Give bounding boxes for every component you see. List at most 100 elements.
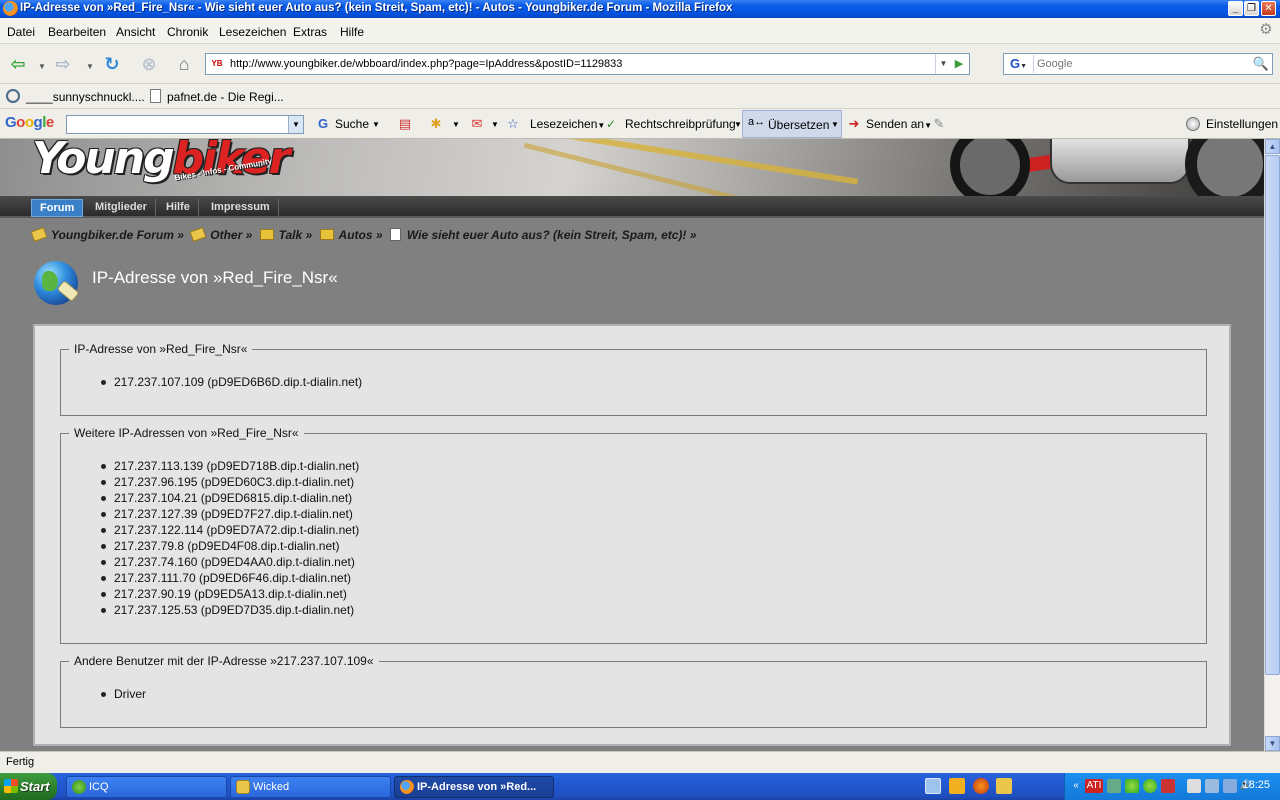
bookmark-item[interactable]: pafnet.de - Die Regi...	[150, 89, 284, 104]
banner-motorbike-wheel	[1185, 139, 1264, 196]
media-player-icon[interactable]	[949, 778, 965, 794]
other-ips-list: 217.237.113.139 (pD9ED718B.dip.t-dialin.…	[61, 458, 1206, 618]
search-box[interactable]: G▼ 🔍	[1003, 53, 1273, 75]
menu-chronik[interactable]: Chronik	[167, 25, 208, 39]
app-launch-icon[interactable]	[996, 778, 1012, 794]
tray-expand-icon[interactable]: «	[1069, 779, 1083, 793]
search-dropdown-icon[interactable]: ▼	[372, 120, 380, 129]
tray-app-icon[interactable]	[1187, 779, 1201, 793]
home-button[interactable]: ⌂	[171, 51, 197, 77]
google-search-icon[interactable]: G	[315, 116, 331, 132]
stop-button[interactable]: ⊗	[136, 51, 162, 77]
windows-logo-icon	[4, 779, 18, 793]
list-item: 217.237.107.109 (pD9ED6B6D.dip.t-dialin.…	[61, 374, 1206, 390]
google-search-button[interactable]: Suche	[335, 117, 369, 131]
bookmarks-toolbar: ____sunnyschnuckl.... pafnet.de - Die Re…	[0, 84, 1280, 109]
firefox-launch-icon[interactable]	[973, 778, 989, 794]
close-button[interactable]: ✕	[1261, 1, 1276, 16]
back-history-icon[interactable]: ▼	[38, 62, 46, 71]
go-button[interactable]: ▶	[951, 54, 967, 74]
category-icon	[189, 226, 207, 243]
forward-history-icon[interactable]: ▼	[86, 62, 94, 71]
list-item: 217.237.104.21 (pD9ED6815.dip.t-dialin.n…	[61, 490, 1206, 506]
forward-button[interactable]: ⇨	[50, 51, 76, 77]
google-bookmarks-button[interactable]: Lesezeichen▼	[530, 117, 605, 131]
taskbar-item-folder[interactable]: Wicked	[230, 776, 391, 798]
network-icon[interactable]	[1107, 779, 1121, 793]
translate-dropdown-icon[interactable]: ▼	[831, 120, 839, 129]
icq-tray-icon[interactable]	[1125, 779, 1139, 793]
taskbar-item-firefox[interactable]: IP-Adresse von »Red...	[394, 776, 554, 798]
google-search-dropdown-icon[interactable]: ▼	[288, 116, 303, 133]
search-icon[interactable]: 🔍	[1252, 55, 1270, 73]
gmail-icon[interactable]: ✉	[469, 116, 485, 132]
star-icon[interactable]: ☆	[505, 116, 521, 132]
menu-lesezeichen[interactable]: Lesezeichen	[219, 25, 286, 39]
news-icon[interactable]: ▤	[397, 116, 413, 132]
taskbar-item-icq[interactable]: ICQ	[66, 776, 227, 798]
tray-app-icon[interactable]	[1161, 779, 1175, 793]
globe-plug	[56, 279, 80, 303]
folder-icon	[259, 229, 274, 240]
tab-forum[interactable]: Forum	[31, 199, 84, 217]
list-item: 217.237.74.160 (pD9ED4AA0.dip.t-dialin.n…	[61, 554, 1206, 570]
spellcheck-icon[interactable]: ✓	[603, 116, 619, 132]
breadcrumb-forum[interactable]: Youngbiker.de Forum »	[30, 226, 184, 243]
breadcrumb-thread[interactable]: Wie sieht euer Auto aus? (kein Streit, S…	[389, 228, 696, 242]
bookmark-item[interactable]: ____sunnyschnuckl....	[6, 89, 145, 104]
start-button[interactable]: Start	[0, 773, 57, 800]
address-url[interactable]: http://www.youngbiker.de/wbboard/index.p…	[230, 58, 622, 70]
url-history-dropdown-icon[interactable]: ▼	[935, 54, 951, 74]
restore-button[interactable]: ❐	[1244, 1, 1259, 16]
ati-icon[interactable]: ATI	[1085, 779, 1103, 793]
translate-button[interactable]: a↔ Übersetzen ▼	[742, 110, 842, 138]
throbber-icon: ⚙	[1259, 21, 1273, 38]
reload-button[interactable]: ↻	[99, 51, 125, 77]
breadcrumb-talk[interactable]: Talk »	[259, 228, 312, 242]
bookmark-star-cluster-icon[interactable]: ✱	[428, 116, 444, 132]
tab-hilfe[interactable]: Hilfe	[158, 199, 199, 217]
tray-app-icon[interactable]	[1143, 779, 1157, 793]
folder-icon	[319, 229, 334, 240]
settings-button[interactable]: Einstellungen▼	[1206, 117, 1280, 131]
menu-extras[interactable]: Extras	[293, 25, 327, 39]
ip-address-list: 217.237.107.109 (pD9ED6B6D.dip.t-dialin.…	[61, 374, 1206, 390]
spellcheck-dropdown-icon[interactable]: ▼	[734, 120, 742, 129]
site-navigation: Forum Mitglieder Hilfe Impressum	[0, 196, 1264, 218]
list-item: 217.237.125.53 (pD9ED7D35.dip.t-dialin.n…	[61, 602, 1206, 618]
tab-mitglieder[interactable]: Mitglieder	[87, 199, 156, 217]
menu-ansicht[interactable]: Ansicht	[116, 25, 155, 39]
ip-address-section: IP-Adresse von »Red_Fire_Nsr« 217.237.10…	[60, 342, 1207, 416]
gmail-dropdown-icon[interactable]: ▼	[491, 120, 499, 129]
menu-datei[interactable]: Datei	[7, 25, 35, 39]
settings-icon[interactable]	[1186, 117, 1200, 131]
minimize-button[interactable]: _	[1228, 1, 1243, 16]
breadcrumb-autos[interactable]: Autos »	[319, 228, 383, 242]
menu-bearbeiten[interactable]: Bearbeiten	[48, 25, 106, 39]
search-input[interactable]	[1037, 56, 1247, 72]
cluster-dropdown-icon[interactable]: ▼	[452, 120, 460, 129]
spellcheck-button[interactable]: Rechtschreibprüfung	[625, 117, 736, 131]
breadcrumb-other[interactable]: Other »	[189, 226, 252, 243]
scroll-down-button[interactable]: ▼	[1265, 736, 1280, 751]
send-to-button[interactable]: Senden an▼	[866, 117, 932, 131]
user-link[interactable]: Driver	[61, 686, 1206, 702]
tray-app-icon[interactable]	[1223, 779, 1237, 793]
tab-impressum[interactable]: Impressum	[203, 199, 279, 217]
show-desktop-icon[interactable]	[925, 778, 941, 794]
back-button[interactable]: ⇦	[5, 51, 31, 77]
scroll-up-button[interactable]: ▲	[1265, 139, 1280, 154]
scrollbar-thumb[interactable]	[1265, 155, 1280, 675]
system-tray: « ATI 🔊 18:25	[1064, 773, 1280, 800]
google-logo[interactable]: Google	[5, 114, 54, 131]
google-engine-icon[interactable]: G▼	[1006, 55, 1034, 73]
highlighter-icon[interactable]: ✎	[931, 116, 947, 132]
vertical-scrollbar[interactable]: ▲ ▼	[1264, 139, 1280, 751]
send-to-icon[interactable]: ➜	[846, 116, 862, 132]
translate-icon: a↔	[748, 116, 766, 128]
google-search-input[interactable]: ▼	[66, 115, 304, 134]
window-titlebar[interactable]: IP-Adresse von »Red_Fire_Nsr« - Wie sieh…	[0, 0, 1280, 18]
menu-hilfe[interactable]: Hilfe	[340, 25, 364, 39]
address-bar[interactable]: YB http://www.youngbiker.de/wbboard/inde…	[205, 53, 970, 75]
network-connection-icon[interactable]	[1205, 779, 1219, 793]
